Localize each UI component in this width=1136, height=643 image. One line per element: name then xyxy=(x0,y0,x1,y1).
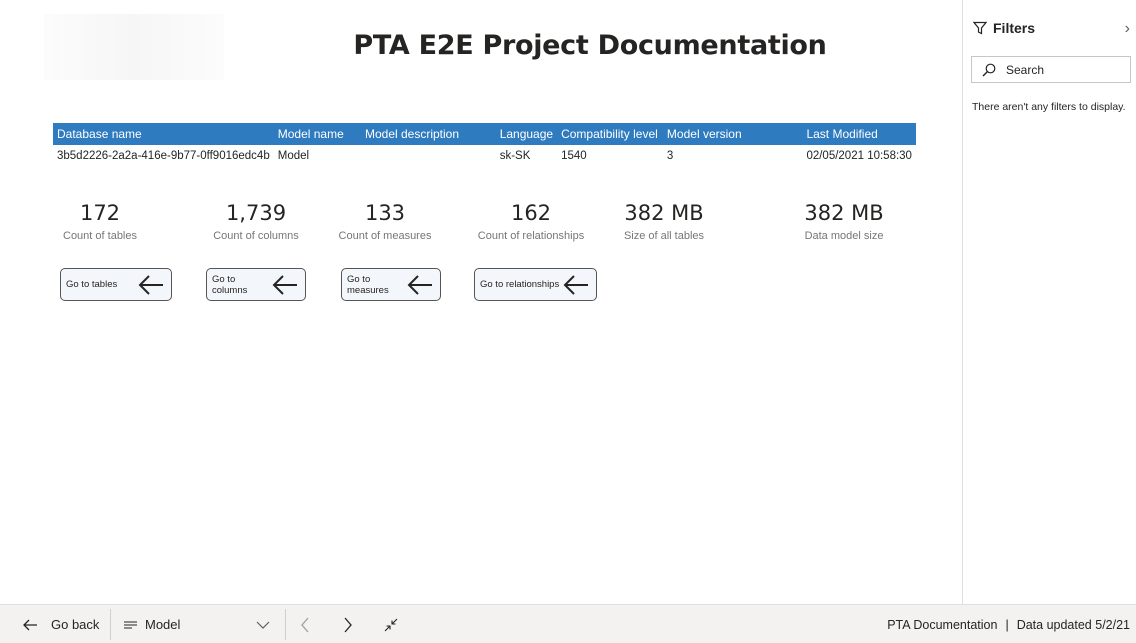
go-back-label: Go back xyxy=(51,617,100,632)
logo-image xyxy=(44,14,224,80)
divider xyxy=(110,609,111,640)
kpi-card-measures: 133 Count of measures xyxy=(335,198,435,242)
next-page-button[interactable] xyxy=(343,605,353,643)
search-placeholder: Search xyxy=(1006,62,1045,77)
kpi-card-table-size: 382 MB Size of all tables xyxy=(614,198,714,242)
report-title: PTA E2E Project Documentation xyxy=(353,30,827,61)
arrow-left-icon xyxy=(23,619,37,630)
go-to-relationships-button[interactable]: Go to relationships xyxy=(474,268,597,301)
button-label: Go to tables xyxy=(66,279,118,290)
kpi-label: Count of relationships xyxy=(477,230,585,242)
column-header[interactable]: Model name xyxy=(273,123,361,145)
column-header[interactable]: Model version xyxy=(662,123,803,145)
kpi-label: Count of measures xyxy=(338,230,432,242)
bottom-navigation-bar: Go back Model PTA Documentation | Data u… xyxy=(0,604,1136,643)
status-separator: | xyxy=(1005,617,1009,632)
kpi-card-tables: 172 Count of tables xyxy=(50,198,150,242)
column-header[interactable]: Model description xyxy=(360,123,496,145)
chevron-right-icon xyxy=(344,617,352,632)
chevron-right-icon[interactable]: › xyxy=(1125,20,1130,38)
chevron-down-icon[interactable] xyxy=(256,605,270,643)
kpi-card-model-size: 382 MB Data model size xyxy=(794,198,894,242)
go-to-measures-button[interactable]: Go to measures xyxy=(341,268,441,301)
table-cell: 02/05/2021 10:58:30 xyxy=(806,150,912,162)
column-header[interactable]: Compatibility level xyxy=(557,123,663,145)
go-back-button[interactable]: Go back xyxy=(22,605,99,643)
kpi-label: Count of tables xyxy=(63,230,137,242)
go-to-columns-button[interactable]: Go to columns xyxy=(206,268,306,301)
table-header-row: Database name Model name Model descripti… xyxy=(53,123,916,145)
kpi-value: 382 MB xyxy=(624,201,704,225)
kpi-label: Size of all tables xyxy=(623,230,705,242)
table-cell: sk-SK xyxy=(499,150,531,162)
fit-to-page-button[interactable] xyxy=(383,605,399,643)
filter-icon xyxy=(973,21,987,35)
report-name: PTA Documentation xyxy=(887,617,998,632)
column-header[interactable]: Database name xyxy=(53,123,274,145)
table-cell: 1540 xyxy=(561,150,587,162)
filters-title: Filters xyxy=(993,20,1036,36)
kpi-label: Count of columns xyxy=(213,230,299,242)
column-header[interactable]: Language xyxy=(495,123,558,145)
search-icon xyxy=(982,63,996,76)
table-cell: 3b5d2226-2a2a-416e-9b77-0ff9016edc4b xyxy=(57,150,270,162)
report-status: PTA Documentation | Data updated 5/2/21 xyxy=(887,605,1130,643)
button-label: Go to measures xyxy=(347,273,389,296)
kpi-value: 162 xyxy=(510,201,552,225)
table-cell: 3 xyxy=(666,150,674,162)
model-info-table: Database name Model name Model descripti… xyxy=(53,123,916,167)
filters-empty-message: There aren't any filters to display. xyxy=(972,101,1126,113)
table-row[interactable]: 3b5d2226-2a2a-416e-9b77-0ff9016edc4b Mod… xyxy=(53,145,916,167)
kpi-card-relationships: 162 Count of relationships xyxy=(476,198,586,242)
filters-pane: Filters › Search There aren't any filter… xyxy=(962,0,1136,604)
previous-page-button[interactable] xyxy=(300,605,310,643)
arrow-left-icon xyxy=(272,274,297,295)
divider xyxy=(285,609,286,640)
kpi-label: Data model size xyxy=(804,230,884,242)
table-cell xyxy=(361,145,496,167)
kpi-value: 133 xyxy=(364,201,406,225)
filter-search-input[interactable]: Search xyxy=(971,56,1131,83)
chevron-left-icon xyxy=(301,617,309,632)
table-cell: Model xyxy=(277,150,310,162)
kpi-value: 172 xyxy=(79,201,121,225)
arrow-left-icon xyxy=(563,274,588,295)
page-name: Model xyxy=(145,617,181,632)
kpi-card-columns: 1,739 Count of columns xyxy=(206,198,306,242)
filters-header: Filters xyxy=(973,20,1035,36)
arrow-left-icon xyxy=(138,274,163,295)
kpi-value: 382 MB xyxy=(804,201,884,225)
kpi-value: 1,739 xyxy=(225,201,287,225)
collapse-arrows-icon xyxy=(384,618,398,631)
data-updated-label: Data updated 5/2/21 xyxy=(1016,617,1130,632)
column-header[interactable]: Last Modified xyxy=(802,123,916,145)
menu-lines-icon xyxy=(124,620,137,629)
button-label: Go to relationships xyxy=(480,279,560,290)
go-to-tables-button[interactable]: Go to tables xyxy=(60,268,172,301)
report-canvas: PTA E2E Project Documentation Database n… xyxy=(0,0,962,604)
button-label: Go to columns xyxy=(212,273,248,296)
page-selector[interactable]: Model xyxy=(124,605,180,643)
arrow-left-icon xyxy=(407,274,432,295)
